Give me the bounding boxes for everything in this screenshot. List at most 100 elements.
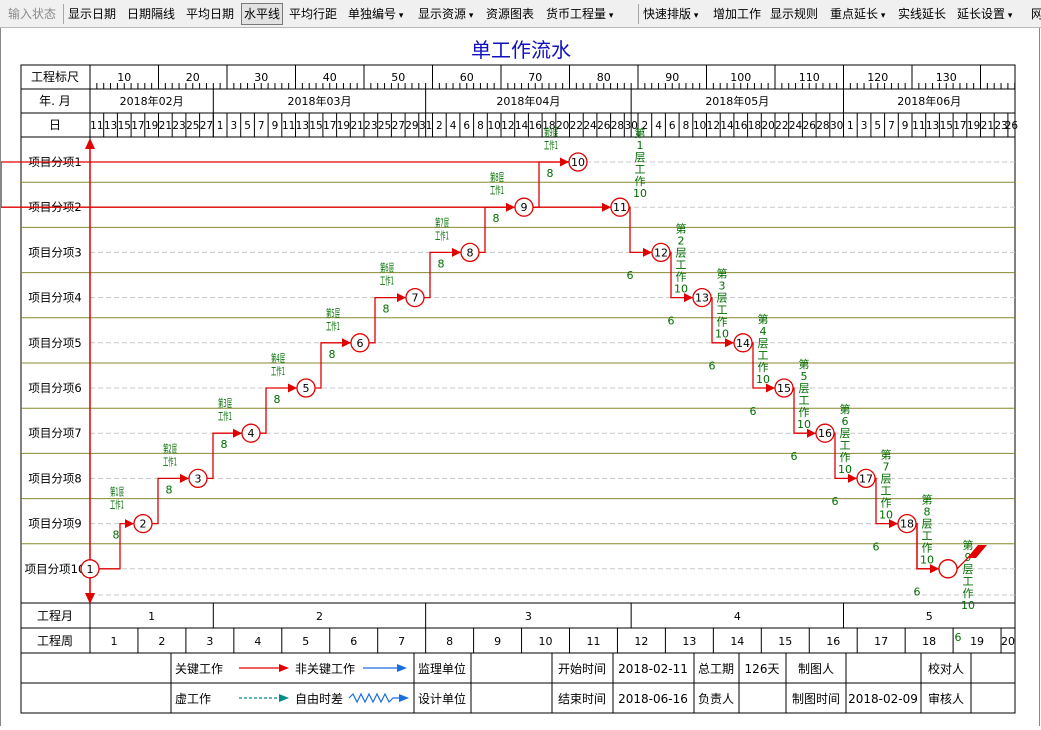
dropdown-arrow-icon: ▾ [1005, 11, 1013, 21]
work-label-line: 10 [715, 328, 729, 341]
node-circle [938, 559, 958, 579]
toolbar-button-0[interactable]: 输入状态 [8, 3, 56, 25]
legend-supervisor-label: 监理单位 [418, 661, 466, 676]
project-week-value: 17 [874, 635, 888, 648]
work-label-line: 第8层 [490, 170, 504, 184]
dropdown-arrow-icon: ▾ [691, 11, 699, 21]
node-number: 3 [195, 472, 202, 485]
arrow-head-icon [288, 383, 297, 393]
toolbar-button-16[interactable]: 网 [1031, 3, 1041, 25]
toolbar-button-label: 显示资源 [418, 7, 467, 21]
day-label: 22 [775, 120, 788, 132]
toolbar-button-label: 重点延长 [830, 7, 879, 21]
day-label: 5 [874, 120, 881, 132]
day-label: 30 [830, 120, 843, 132]
node-number: 12 [654, 246, 668, 259]
legend-dummy-label: 虚工作 [175, 692, 211, 706]
work-label: 第6层工作1 [380, 261, 394, 288]
work-label-line: 工作1 [163, 455, 177, 468]
toolbar-button-13[interactable]: 重点延长 ▾ [830, 3, 885, 25]
work-label-line: 10 [961, 599, 975, 612]
node-number: 5 [303, 382, 310, 395]
arrow-head-icon [397, 664, 407, 672]
day-label: 26 [597, 120, 611, 132]
toolbar-button-7[interactable]: 显示资源 ▾ [418, 3, 473, 25]
toolbar-button-label: 延长设置 [957, 7, 1006, 21]
toolbar-button-10[interactable]: 快速排版 ▾ [643, 3, 698, 25]
work-duration: 6 [668, 314, 675, 327]
project-week-value: 10 [539, 635, 553, 648]
day-label: 26 [803, 120, 817, 132]
node-number: 15 [777, 382, 791, 395]
toolbar-button-3[interactable]: 平均日期 [186, 3, 234, 25]
month-label: 2018年02月 [120, 94, 184, 108]
day-label: 28 [816, 120, 829, 132]
toolbar-button-8[interactable]: 资源图表 [486, 3, 534, 25]
day-label: 23 [172, 120, 185, 132]
work-duration: 6 [955, 631, 962, 644]
work-label: 第 7 层工作 10 [879, 447, 893, 521]
work-label: 第 2 层工作 10 [674, 221, 688, 295]
arrow-head-icon [602, 202, 611, 212]
day-label: 28 [611, 120, 624, 132]
work-label-line: 第 [717, 267, 728, 281]
work-duration: 6 [791, 450, 798, 463]
legend-noncritical-label: 非关键工作 [295, 662, 355, 676]
work-label-line: 第6层 [380, 261, 394, 275]
ruler-tick-label: 10 [117, 71, 131, 84]
arrow-head-icon [452, 247, 461, 257]
arrow-head-icon [342, 338, 351, 348]
work-label-line: 10 [838, 463, 852, 476]
day-header-label: 日 [49, 118, 61, 132]
day-label: 23 [364, 120, 377, 132]
work-label-line: 第 [635, 126, 646, 140]
toolbar-button-label: 平均行距 [289, 7, 338, 21]
node-number: 1 [87, 563, 94, 576]
day-label: 7 [258, 120, 265, 132]
toolbar-button-4[interactable]: 水平线 [241, 3, 284, 25]
node-number: 11 [613, 201, 627, 214]
arrow-head-icon [279, 664, 289, 672]
toolbar-button-14[interactable]: 实线延长 [898, 3, 946, 25]
work-label-line: 工作1 [218, 410, 232, 423]
toolbar-button-6[interactable]: 单独编号 ▾ [348, 3, 403, 25]
day-label: 12 [501, 120, 514, 132]
row-label: 项目分项4 [28, 291, 81, 305]
day-label: 20 [761, 120, 774, 132]
node-number: 14 [736, 337, 750, 350]
arrow-head-icon [397, 293, 406, 303]
day-label: 21 [981, 120, 994, 132]
work-label: 第 8 层工作 10 [920, 493, 934, 567]
project-week-value: 1 [110, 635, 117, 648]
month-header-label: 年. 月 [39, 94, 71, 108]
month-label: 2018年04月 [496, 94, 560, 108]
node-number: 8 [467, 246, 474, 259]
toolbar-button-2[interactable]: 日期隔线 [127, 3, 175, 25]
toolbar-button-12[interactable]: 显示规则 [770, 3, 818, 25]
end-time-value: 2018-06-16 [618, 692, 688, 706]
work-label: 第9层工作10 [961, 538, 975, 612]
work-duration: 8 [221, 438, 228, 451]
node-number: 16 [818, 427, 832, 440]
node-number: 4 [248, 427, 255, 440]
row-label: 项目分项9 [28, 517, 81, 531]
toolbar-button-1[interactable]: 显示日期 [68, 3, 116, 25]
toolbar-button-15[interactable]: 延长设置 ▾ [957, 3, 1012, 25]
day-label: 9 [272, 120, 279, 132]
work-duration: 8 [438, 257, 445, 270]
work-duration: 6 [750, 405, 757, 418]
toolbar-button-11[interactable]: 增加工作 [713, 3, 761, 25]
toolbar-button-label: 实线延长 [898, 7, 947, 21]
work-label-line: 工作1 [110, 499, 124, 512]
node-number: 9 [521, 201, 528, 214]
work-duration: 6 [873, 540, 880, 553]
day-label: 3 [861, 120, 868, 132]
toolbar-button-5[interactable]: 平均行距 [289, 3, 337, 25]
arrow-head-icon [930, 564, 939, 574]
day-label: 27 [392, 120, 405, 132]
toolbar-button-9[interactable]: 货币工程量 ▾ [546, 3, 613, 25]
ruler-tick-label: 120 [867, 71, 888, 84]
project-week-value: 16 [826, 635, 840, 648]
project-week-value: 12 [634, 635, 648, 648]
work-label: 第2层工作1 [163, 441, 177, 468]
